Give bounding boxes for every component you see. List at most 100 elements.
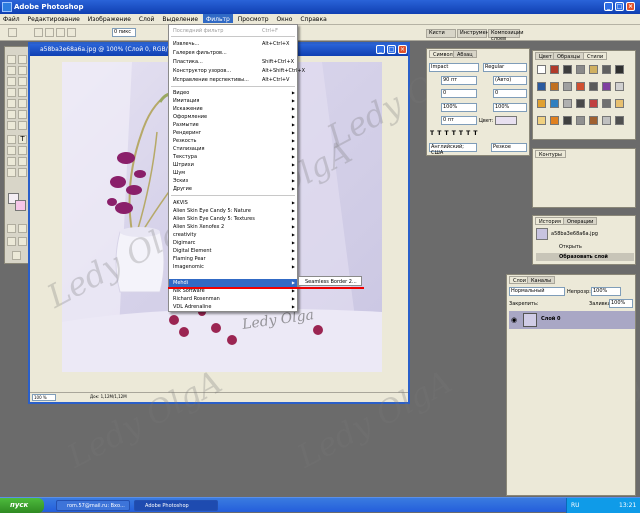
menu-filter[interactable]: Фильтр — [203, 14, 233, 23]
type-tool-icon[interactable]: T — [18, 135, 27, 144]
new-selection-icon[interactable] — [34, 28, 43, 37]
eyedropper-icon[interactable] — [18, 157, 27, 166]
tab-paths[interactable]: Контуры — [535, 150, 566, 158]
menu-item-imagenomic[interactable]: Imagenomic ▶ — [169, 263, 297, 271]
add-selection-icon[interactable] — [45, 28, 54, 37]
style-swatch[interactable] — [563, 82, 572, 91]
screen-mode-icon[interactable] — [7, 237, 16, 246]
doc-maximize-icon[interactable]: □ — [387, 45, 396, 54]
menu-item-liquify[interactable]: Пластика... Shift+Ctrl+X — [169, 58, 297, 66]
task-mail[interactable]: rom.57@mail.ru: Вхо... — [56, 500, 130, 511]
start-button[interactable]: пуск — [0, 498, 44, 513]
close-icon[interactable]: × — [626, 2, 635, 11]
leading-field[interactable]: (Авто) — [493, 76, 527, 85]
fill-field[interactable]: 100% — [609, 299, 633, 308]
style-swatch[interactable] — [602, 65, 611, 74]
opacity-field[interactable]: 100% — [591, 287, 621, 296]
style-swatch[interactable] — [615, 65, 624, 74]
horizontal-scale-field[interactable]: 100% — [493, 103, 527, 112]
style-swatch[interactable] — [563, 99, 572, 108]
tab-layer-comps[interactable]: Композиции слоев — [488, 29, 524, 42]
menu-item-mehdi[interactable]: Mehdi ▶ — [169, 279, 297, 287]
style-swatch[interactable] — [550, 99, 559, 108]
menu-item-flaming-pear[interactable]: Flaming Pear ▶ — [169, 255, 297, 263]
path-select-icon[interactable] — [7, 135, 16, 144]
language-indicator[interactable]: RU — [571, 502, 580, 509]
history-brush-icon[interactable] — [18, 99, 27, 108]
menu-item-filter-gallery[interactable]: Галерея фильтров... — [169, 49, 297, 57]
style-swatch[interactable] — [537, 65, 546, 74]
language-select[interactable]: Английский; США — [429, 143, 477, 156]
menu-item-brush-strokes[interactable]: Штрихи ▶ — [169, 161, 297, 169]
menu-item-sharpen[interactable]: Резкость ▶ — [169, 137, 297, 145]
menu-item-digital-element[interactable]: Digital Element ▶ — [169, 247, 297, 255]
quickmask-mode-icon[interactable] — [18, 224, 27, 233]
marquee-tool-icon[interactable] — [18, 55, 27, 64]
font-family-select[interactable]: Impact — [429, 63, 479, 72]
style-swatch[interactable] — [589, 116, 598, 125]
blur-tool-icon[interactable] — [7, 121, 16, 130]
tab-actions[interactable]: Операции — [563, 217, 598, 225]
menu-item-digimarc[interactable]: Digimarc ▶ — [169, 239, 297, 247]
brush-tool-icon[interactable] — [18, 88, 27, 97]
background-color-swatch[interactable] — [15, 200, 26, 211]
zoom-tool-icon[interactable] — [18, 168, 27, 177]
subtract-selection-icon[interactable] — [56, 28, 65, 37]
blend-mode-select[interactable]: Нормальный — [509, 287, 565, 296]
snapshot-name[interactable]: a58ba3e68a6a.jpg — [551, 231, 598, 237]
eraser-tool-icon[interactable] — [7, 110, 16, 119]
menu-image[interactable]: Изображение — [85, 14, 134, 23]
menu-file[interactable]: Файл — [0, 14, 23, 23]
fullscreen-mode-icon[interactable] — [18, 237, 27, 246]
history-item-make-layer[interactable]: Образовать слой — [536, 253, 634, 261]
baseline-field[interactable]: 0 пт — [441, 116, 477, 125]
magic-wand-icon[interactable] — [18, 66, 27, 75]
doc-minimize-icon[interactable]: _ — [376, 45, 385, 54]
shape-tool-icon[interactable] — [18, 146, 27, 155]
dodge-tool-icon[interactable] — [18, 121, 27, 130]
notes-tool-icon[interactable] — [7, 157, 16, 166]
style-swatch[interactable] — [550, 65, 559, 74]
intersect-selection-icon[interactable] — [67, 28, 76, 37]
style-swatch[interactable] — [563, 65, 572, 74]
menu-item-noise[interactable]: Шум ▶ — [169, 169, 297, 177]
menu-item-xenofex[interactable]: Alien Skin Xenofex 2 ▶ — [169, 223, 297, 231]
menu-item-distort[interactable]: Искажение ▶ — [169, 105, 297, 113]
eye-icon[interactable]: ◉ — [511, 316, 517, 324]
menu-edit[interactable]: Редактирование — [25, 14, 83, 23]
type-style-buttons[interactable]: TTTTTTT — [430, 130, 528, 140]
tracking-field[interactable]: 0 — [493, 89, 527, 98]
tab-styles[interactable]: Стили — [583, 52, 608, 60]
style-swatch[interactable] — [576, 65, 585, 74]
menu-item-extract[interactable]: Извлечь... Alt+Ctrl+X — [169, 40, 297, 48]
style-swatch[interactable] — [602, 99, 611, 108]
style-swatch[interactable] — [589, 82, 598, 91]
menu-item-eye-candy-nature[interactable]: Alien Skin Eye Candy 5: Nature ▶ — [169, 207, 297, 215]
layer-name[interactable]: Слой 0 — [541, 316, 561, 322]
menu-item-pixelate[interactable]: Оформление ▶ — [169, 113, 297, 121]
menu-select[interactable]: Выделение — [159, 14, 201, 23]
style-swatch[interactable] — [563, 116, 572, 125]
menu-layer[interactable]: Слой — [136, 14, 158, 23]
layer-row[interactable]: ◉ Слой 0 — [509, 311, 635, 329]
task-photoshop[interactable]: Adobe Photoshop — [134, 500, 218, 511]
menu-item-akvis[interactable]: AKVIS ▶ — [169, 199, 297, 207]
menu-window[interactable]: Окно — [273, 14, 295, 23]
menu-item-render[interactable]: Рендеринг ▶ — [169, 129, 297, 137]
style-swatch[interactable] — [589, 99, 598, 108]
style-swatch[interactable] — [602, 116, 611, 125]
vertical-scale-field[interactable]: 100% — [441, 103, 477, 112]
tab-brushes[interactable]: Кисти — [426, 29, 456, 38]
zoom-field[interactable]: 100 % — [32, 394, 56, 401]
menu-item-sketch[interactable]: Эскиз ▶ — [169, 177, 297, 185]
style-swatch[interactable] — [537, 82, 546, 91]
menu-item-artistic[interactable]: Имитация ▶ — [169, 97, 297, 105]
menu-item-creativity[interactable]: creativity ▶ — [169, 231, 297, 239]
style-swatch[interactable] — [576, 116, 585, 125]
hand-tool-icon[interactable] — [7, 168, 16, 177]
minimize-icon[interactable]: _ — [604, 2, 613, 11]
menu-view[interactable]: Просмотр — [235, 14, 272, 23]
style-swatch[interactable] — [589, 65, 598, 74]
antialias-select[interactable]: Резкое — [491, 143, 527, 152]
style-swatch[interactable] — [615, 116, 624, 125]
